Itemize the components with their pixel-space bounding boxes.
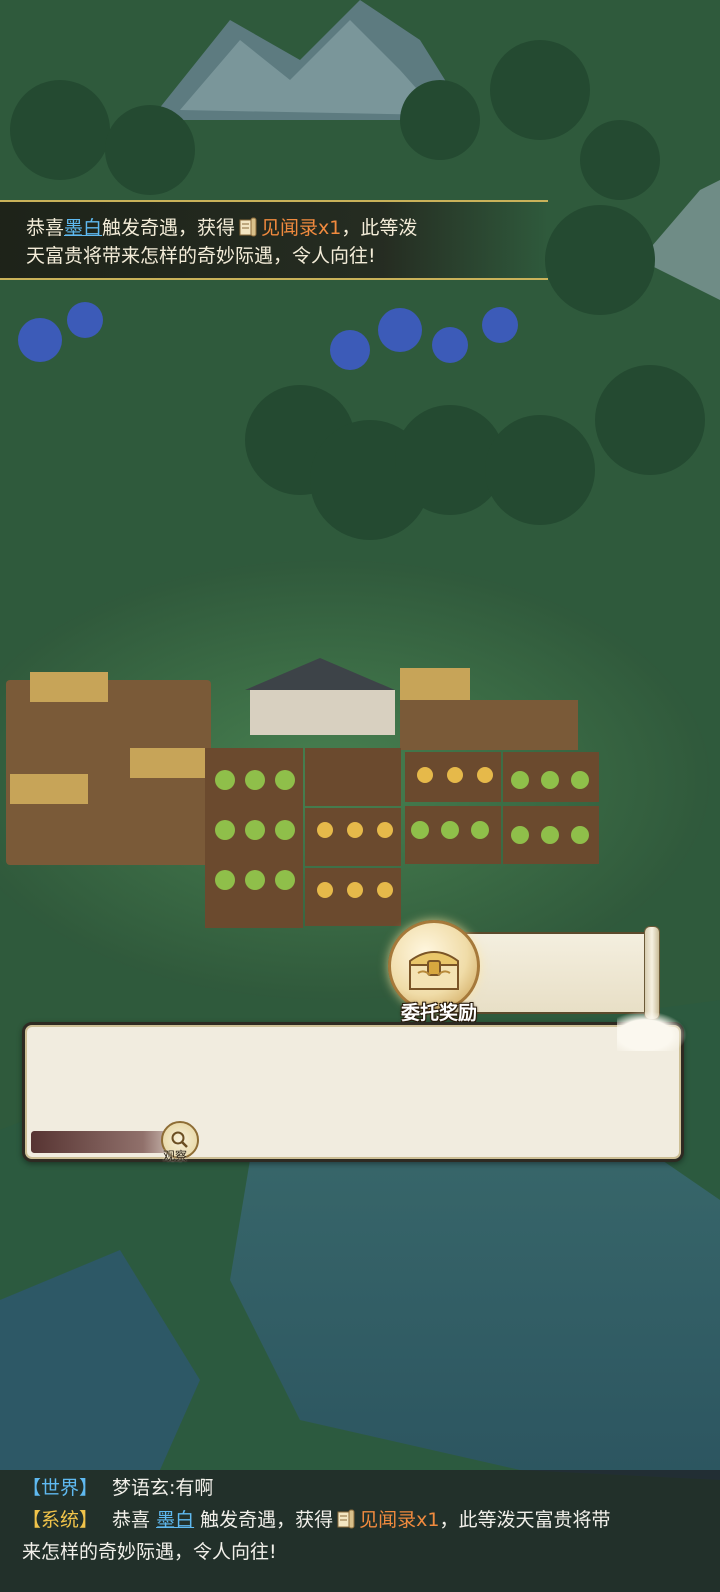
announcement-mid: 触发奇遇，获得 bbox=[102, 217, 236, 239]
scroll-icon bbox=[237, 217, 259, 237]
channel-system: 【系统】 bbox=[22, 1509, 99, 1531]
system-suffix: ，此等泼天富贵将带 bbox=[439, 1509, 611, 1531]
system-prefix: 恭喜 bbox=[112, 1509, 151, 1531]
system-mid: 触发奇遇，获得 bbox=[200, 1509, 334, 1531]
cloud-ornament bbox=[617, 1011, 687, 1051]
dialogue-panel[interactable]: 观察 bbox=[22, 1011, 687, 1163]
system-player-link[interactable]: 墨白 bbox=[156, 1509, 194, 1531]
chat-speaker[interactable]: 梦语玄: bbox=[112, 1477, 175, 1499]
observe-button[interactable]: 观察 bbox=[161, 1121, 201, 1163]
scroll-icon bbox=[335, 1507, 357, 1529]
chat-line-world: 【世界】 梦语玄:有啊 bbox=[22, 1472, 702, 1504]
chat-line-system-cont: 来怎样的奇妙际遇，令人向往! bbox=[22, 1541, 277, 1563]
announcement-suffix: ，此等泼 bbox=[341, 217, 418, 239]
announcement-prefix: 恭喜 bbox=[26, 217, 65, 239]
system-item[interactable]: 见闻录x1 bbox=[359, 1509, 439, 1531]
chat-box[interactable]: 【世界】 梦语玄:有啊 【系统】 恭喜 墨白 触发奇遇，获得 见闻录x1，此等泼天富贵… bbox=[0, 1470, 720, 1592]
announcement-banner: 恭喜墨白触发奇遇，获得 见闻录x1，此等泼 天富贵将带来怎样的奇妙际遇，令人向往! bbox=[0, 200, 548, 280]
announcement-line-2: 天富贵将带来怎样的奇妙际遇，令人向往! bbox=[26, 245, 376, 267]
reward-label: 委托奖励 bbox=[400, 1002, 477, 1024]
channel-world[interactable]: 【世界】 bbox=[22, 1477, 98, 1499]
announcement-item[interactable]: 见闻录x1 bbox=[261, 217, 341, 239]
chat-line-system: 【系统】 恭喜 墨白 触发奇遇，获得 见闻录x1，此等泼天富贵将带 bbox=[22, 1504, 702, 1536]
observe-label: 观察 bbox=[163, 1149, 188, 1163]
announcement-player-link[interactable]: 墨白 bbox=[64, 217, 102, 239]
chat-message: 有啊 bbox=[175, 1477, 214, 1499]
announcement-line-1: 恭喜墨白触发奇遇，获得 见闻录x1，此等泼 bbox=[26, 214, 528, 242]
